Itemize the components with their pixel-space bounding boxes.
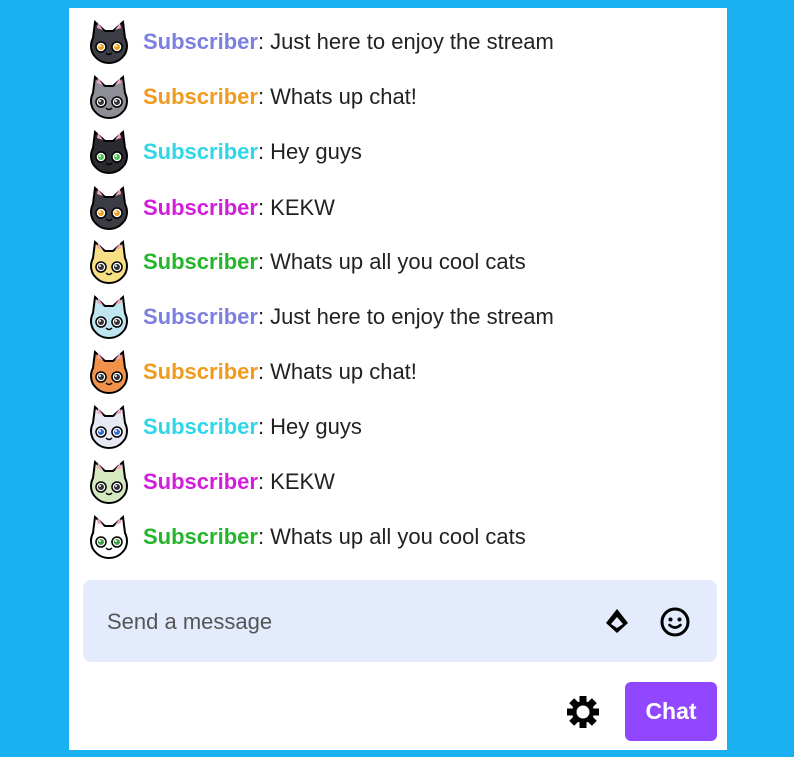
chat-username[interactable]: Subscriber: [143, 304, 258, 329]
chat-username[interactable]: Subscriber: [143, 469, 258, 494]
chat-message-text: Subscriber: Whats up chat!: [143, 84, 417, 110]
chat-message-body: : Hey guys: [257, 414, 362, 439]
chat-message-text: Subscriber: Hey guys: [143, 139, 362, 165]
cat-avatar-icon[interactable]: [85, 513, 133, 561]
cat-avatar-icon[interactable]: [85, 348, 133, 396]
chat-message: Subscriber: Just here to enjoy the strea…: [85, 16, 554, 68]
chat-message-body: : KEKW: [257, 195, 335, 220]
chat-username[interactable]: Subscriber: [143, 195, 258, 220]
chat-message-body: : KEKW: [257, 469, 335, 494]
chat-message: Subscriber: Whats up chat!: [85, 71, 417, 123]
cat-avatar-icon[interactable]: [85, 238, 133, 286]
chat-username[interactable]: Subscriber: [143, 414, 258, 439]
chat-input-placeholder: Send a message: [107, 609, 273, 634]
chat-username[interactable]: Subscriber: [143, 524, 258, 549]
cat-avatar-icon[interactable]: [85, 293, 133, 341]
chat-message-text: Subscriber: Just here to enjoy the strea…: [143, 304, 554, 330]
chat-message-text: Subscriber: Whats up all you cool cats: [143, 249, 526, 275]
smiley-icon[interactable]: [659, 606, 691, 638]
chat-message-body: : Whats up chat!: [257, 359, 417, 384]
chat-message: Subscriber: Just here to enjoy the strea…: [85, 291, 554, 343]
chat-message: Subscriber: Hey guys: [85, 401, 362, 453]
cat-avatar-icon[interactable]: [85, 403, 133, 451]
chat-message-body: : Hey guys: [257, 139, 362, 164]
chat-message: Subscriber: KEKW: [85, 456, 335, 508]
chat-message: Subscriber: Whats up all you cool cats: [85, 511, 526, 563]
chat-message-body: : Just here to enjoy the stream: [257, 304, 554, 329]
chat-message: Subscriber: Whats up chat!: [85, 346, 417, 398]
chat-message-text: Subscriber: Just here to enjoy the strea…: [143, 29, 554, 55]
chat-message-text: Subscriber: Hey guys: [143, 414, 362, 440]
chat-message-body: : Whats up all you cool cats: [257, 249, 526, 274]
cat-avatar-icon[interactable]: [85, 184, 133, 232]
cat-avatar-icon[interactable]: [85, 73, 133, 121]
chat-username[interactable]: Subscriber: [143, 29, 258, 54]
chat-message-text: Subscriber: Whats up chat!: [143, 359, 417, 385]
chat-message-text: Subscriber: KEKW: [143, 469, 335, 495]
chat-username[interactable]: Subscriber: [143, 139, 258, 164]
bits-icon[interactable]: [603, 607, 631, 635]
chat-message-text: Subscriber: KEKW: [143, 195, 335, 221]
chat-message: Subscriber: KEKW: [85, 182, 335, 234]
chat-message: Subscriber: Whats up all you cool cats: [85, 236, 526, 288]
chat-message-text: Subscriber: Whats up all you cool cats: [143, 524, 526, 550]
chat-message-body: : Whats up all you cool cats: [257, 524, 526, 549]
chat-message-body: : Just here to enjoy the stream: [257, 29, 554, 54]
cat-avatar-icon[interactable]: [85, 18, 133, 66]
gear-icon[interactable]: [565, 694, 601, 730]
chat-input-box[interactable]: Send a message: [83, 580, 717, 662]
chat-message-body: : Whats up chat!: [257, 84, 417, 109]
chat-panel: Subscriber: Just here to enjoy the strea…: [69, 8, 727, 750]
cat-avatar-icon[interactable]: [85, 128, 133, 176]
chat-message: Subscriber: Hey guys: [85, 126, 362, 178]
chat-username[interactable]: Subscriber: [143, 249, 258, 274]
chat-username[interactable]: Subscriber: [143, 359, 258, 384]
chat-username[interactable]: Subscriber: [143, 84, 258, 109]
cat-avatar-icon[interactable]: [85, 458, 133, 506]
chat-send-button[interactable]: Chat: [625, 682, 717, 741]
